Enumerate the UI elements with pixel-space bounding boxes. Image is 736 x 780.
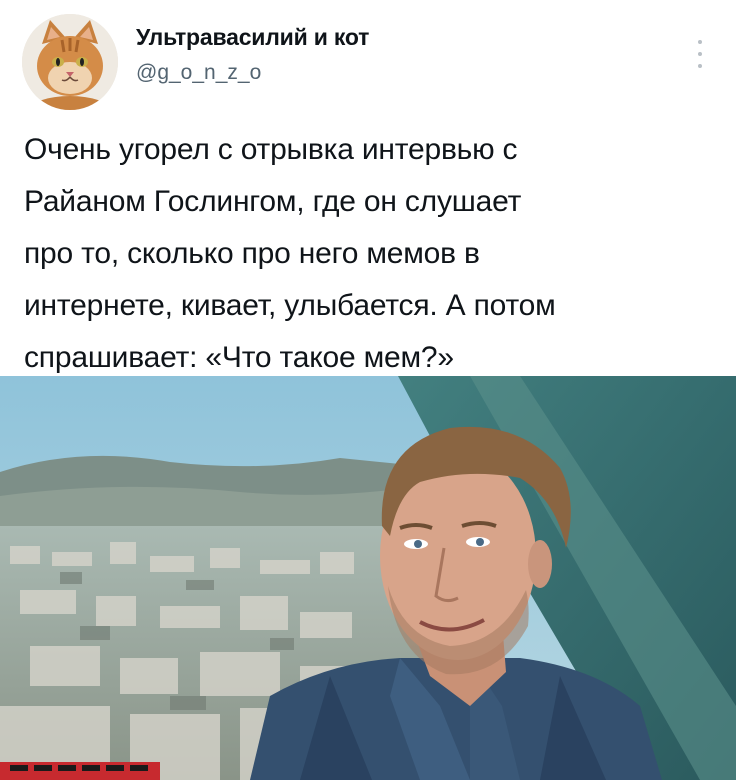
tweet-text-line: Райаном Гослингом, где он слушает xyxy=(24,185,522,218)
cat-avatar-icon xyxy=(22,14,118,110)
tweet-text-line: интернете, кивает, улыбается. А потом xyxy=(24,289,556,322)
author-handle[interactable]: @g_o_n_z_o xyxy=(136,61,261,85)
tweet-text: Очень угорел с отрывка интервью с Райано… xyxy=(24,124,714,384)
avatar[interactable] xyxy=(22,14,118,110)
tweet-text-line: про то, сколько про него мемов в xyxy=(24,237,480,270)
tweet-card: Ультравасилий и кот @g_o_n_z_o Очень уго… xyxy=(0,0,736,780)
author-name[interactable]: Ультравасилий и кот xyxy=(136,24,369,51)
tweet-media-image[interactable] xyxy=(0,376,736,780)
tweet-text-line: Очень угорел с отрывка интервью с xyxy=(24,133,518,166)
more-options-icon[interactable] xyxy=(688,34,712,74)
interview-photo xyxy=(0,376,736,780)
